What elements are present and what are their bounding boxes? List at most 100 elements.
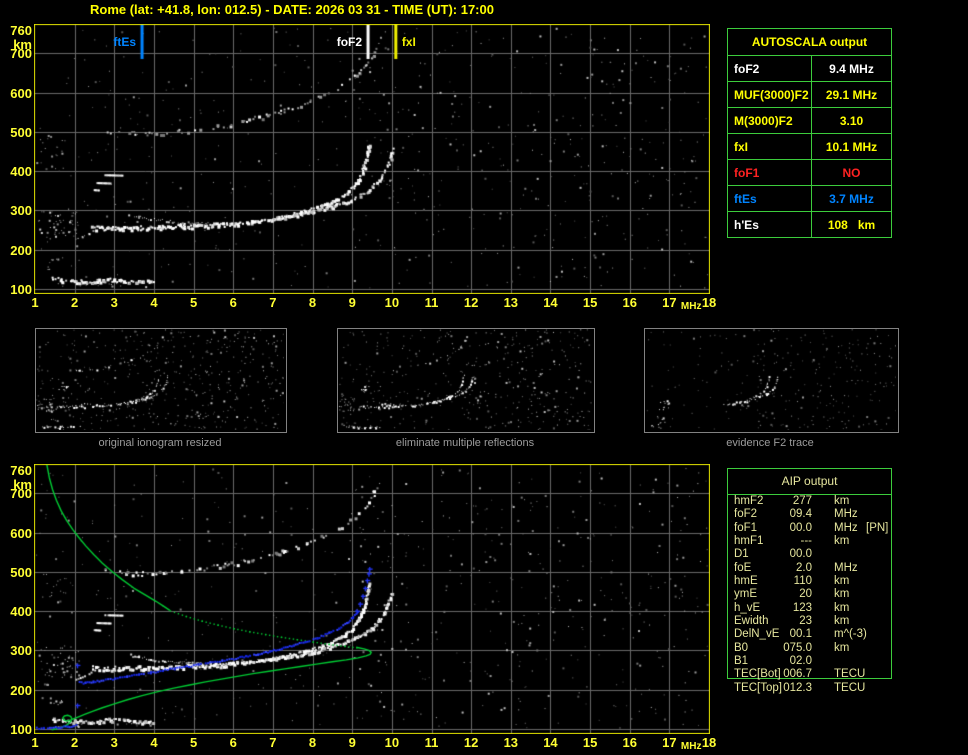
x-tick-label: 4 xyxy=(150,295,158,310)
aip-row-unit: km xyxy=(834,575,850,588)
aip-row-label: B0 xyxy=(734,641,749,654)
aip-row-value: --- xyxy=(800,535,813,548)
y-tick-label: 760 xyxy=(10,22,32,38)
x-tick-label: 10 xyxy=(384,735,400,750)
x-tick-label: 5 xyxy=(189,295,198,310)
x-tick-label: 4 xyxy=(150,735,158,750)
y-tick-label: 100 xyxy=(10,722,32,737)
x-tick-label: 6 xyxy=(229,735,237,750)
panel-caption-evidence: evidence F2 trace xyxy=(726,437,814,449)
autoscala-output-table: AUTOSCALA output foF2 9.4 MHz MUF(3000)F2 2… xyxy=(727,28,892,238)
panel-caption-original: original ionogram resized xyxy=(98,437,222,449)
panel-eliminate-canvas xyxy=(338,329,592,430)
marker-label-foF2: foF2 xyxy=(336,35,363,49)
aip-row-hmF1: hmF1 --- km xyxy=(728,535,890,548)
x-axis-unit-label: MHz xyxy=(680,301,702,312)
aip-row-h_vE: h_vE 123 km xyxy=(728,602,890,615)
aip-row-label: foE xyxy=(734,561,752,574)
x-tick-label: 5 xyxy=(189,735,198,750)
x-tick-label: 3 xyxy=(110,735,118,750)
x-tick-label: 12 xyxy=(463,735,479,750)
aip-row-hmE: hmE 110 km xyxy=(728,575,890,588)
aip-row-value: 075.0 xyxy=(783,641,812,654)
aip-row-unit: km xyxy=(834,641,850,654)
bottom-ionogram-canvas xyxy=(34,464,710,734)
aip-row-Ewidth: Ewidth 23 km xyxy=(728,615,890,628)
x-tick-label: 9 xyxy=(348,735,356,750)
aip-row-unit: TECU xyxy=(834,681,866,694)
aip-row-ymE: ymE 20 km xyxy=(728,588,890,601)
aip-row-value: 02.0 xyxy=(789,655,812,668)
autoscala-row-fxI: fxI 10.1 MHz xyxy=(728,133,891,159)
x-tick-label: 6 xyxy=(229,295,237,310)
autoscala-table-header: AUTOSCALA output xyxy=(728,29,891,56)
aip-row-unit: MHz xyxy=(834,508,858,521)
aip-row-unit: MHz xyxy=(834,561,858,574)
aip-table-header: AIP output xyxy=(728,469,891,495)
y-tick-label: 760 xyxy=(10,462,32,478)
x-tick-label: 14 xyxy=(543,735,558,750)
y-tick-label: 300 xyxy=(10,203,32,219)
x-tick-label: 11 xyxy=(424,735,439,750)
x-tick-label: 1 xyxy=(31,735,39,750)
x-tick-label: 7 xyxy=(269,735,277,750)
autoscala-row-value: 108 km xyxy=(827,217,876,232)
x-tick-label: 2 xyxy=(71,735,79,750)
autoscala-row-value: 3.7 MHz xyxy=(829,191,874,206)
aip-row-foF1: foF1 00.0 MHz [PN] xyxy=(728,522,890,535)
autoscala-row-value: 10.1 MHz xyxy=(825,139,878,154)
aip-row-unit: MHz xyxy=(834,521,858,534)
aip-row-extra: [PN] xyxy=(866,521,889,534)
y-tick-label: 500 xyxy=(10,564,32,580)
aip-row-value: 00.0 xyxy=(789,548,812,561)
aip-row-unit: TECU xyxy=(834,668,866,681)
aip-row-foE: foE 2.0 MHz xyxy=(728,562,890,575)
x-tick-label: 12 xyxy=(463,295,479,310)
panel-eliminate-reflections xyxy=(337,328,595,433)
autoscala-row-foF1: foF1 NO xyxy=(728,159,891,185)
y-tick-label: 300 xyxy=(10,643,32,659)
panel-evidence-canvas xyxy=(645,329,896,430)
aip-row-label: ymE xyxy=(734,588,757,601)
y-tick-label: 200 xyxy=(10,242,32,258)
panel-evidence-f2 xyxy=(644,328,899,433)
aip-row-value: 09.4 xyxy=(789,508,812,521)
aip-row-B1: B1 02.0 xyxy=(728,655,890,668)
aip-row-D1: D1 00.0 xyxy=(728,548,890,561)
aip-row-value: 006.7 xyxy=(783,668,812,681)
aip-row-unit: km xyxy=(834,588,850,601)
aip-row-label: D1 xyxy=(734,548,749,561)
autoscala-row-label: M(3000)F2 xyxy=(728,108,812,133)
y-tick-label: 400 xyxy=(10,164,32,180)
autoscala-row-foF2: foF2 9.4 MHz xyxy=(728,56,891,81)
x-tick-label: 16 xyxy=(622,735,637,750)
x-tick-label: 15 xyxy=(582,735,598,750)
autoscala-row-value: 3.10 xyxy=(839,113,864,128)
autoscala-row-label: h'Es xyxy=(728,212,812,237)
aip-row-TEC[Bot]: TEC[Bot] 006.7 TECU xyxy=(728,668,890,681)
aip-row-label: foF2 xyxy=(734,508,758,521)
x-tick-label: 1 xyxy=(31,295,39,310)
aip-row-unit: km xyxy=(834,535,850,548)
aip-row-label: foF1 xyxy=(734,521,758,534)
autoscala-screen: Rome (lat: +41.8, lon: 012.5) - DATE: 20… xyxy=(0,0,968,755)
x-tick-label: 16 xyxy=(622,295,637,310)
x-tick-label: 10 xyxy=(384,295,400,310)
page-title: Rome (lat: +41.8, lon: 012.5) - DATE: 20… xyxy=(90,2,494,17)
marker-label-ftEs: ftEs xyxy=(113,35,137,49)
aip-row-label: B1 xyxy=(734,655,749,668)
panel-original-canvas xyxy=(36,329,284,430)
y-tick-label: 600 xyxy=(10,525,32,541)
aip-row-value: 20 xyxy=(799,588,812,601)
y-tick-label: 100 xyxy=(10,282,32,297)
autoscala-row-h'Es: h'Es 108 km xyxy=(728,211,891,237)
x-axis-unit-label: MHz xyxy=(680,741,702,752)
aip-row-B0: B0 075.0 km xyxy=(728,642,890,655)
aip-row-value: 00.0 xyxy=(789,521,812,534)
autoscala-row-label: foF1 xyxy=(728,160,812,185)
aip-row-DelN_vE: DelN_vE 00.1 m^(-3) xyxy=(728,628,890,641)
autoscala-row-label: fxI xyxy=(728,134,812,159)
y-tick-label: 700 xyxy=(10,46,32,62)
x-tick-label: 2 xyxy=(71,295,79,310)
panel-caption-eliminate: eliminate multiple reflections xyxy=(395,437,535,449)
